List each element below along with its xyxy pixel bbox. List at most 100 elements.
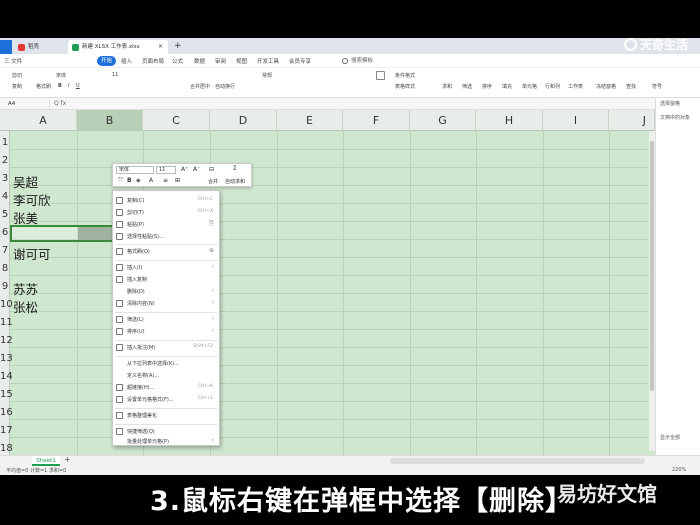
copy-format-icon[interactable]: ⤧ [118,177,123,185]
col-header-c[interactable]: C [143,110,210,131]
font-shrink-icon[interactable]: A⁻ [193,166,200,173]
cell-a7[interactable]: 苏苏 [13,279,38,298]
menu-item-batch-process[interactable]: 批量处理单元格(P) › [113,436,219,447]
cell-a1[interactable]: 吴超 [13,172,38,191]
zoom-level[interactable]: 220% [672,467,686,473]
menu-item-filter[interactable]: 筛选(L) › [113,314,219,325]
menu-item-format-cells[interactable]: 设置单元格格式(F)... Ctrl+1 [113,394,219,405]
row-header-18[interactable]: 18 [0,443,13,454]
row-header-15[interactable]: 15 [0,389,13,400]
menu-insert[interactable]: 插入 [121,57,132,65]
add-sheet-button[interactable]: + [64,455,71,464]
worksheet-button[interactable]: 工作表 [568,83,583,90]
row-header-14[interactable]: 14 [0,371,13,382]
mini-size-select[interactable]: 11 [156,166,176,174]
menu-item-beautify[interactable]: 表格整理美化 [113,410,219,421]
row-header-16[interactable]: 16 [0,407,13,418]
mini-autosum-button[interactable]: 自动求和 [225,178,245,185]
menu-view[interactable]: 视图 [236,57,247,65]
menu-page-layout[interactable]: 页面布局 [142,57,164,65]
menu-data[interactable]: 数据 [194,57,205,65]
new-tab-button[interactable]: + [174,40,182,52]
copy-button[interactable]: 复制 [12,83,22,90]
col-header-e[interactable]: E [277,110,343,131]
filter-button[interactable]: 筛选 [462,83,472,90]
tab-docer[interactable]: 稻壳 [14,40,66,54]
mini-merge-button[interactable]: 合并 [208,178,218,185]
symbol-button[interactable]: 符号 [652,83,662,90]
menu-item-copy[interactable]: 复制(C) Ctrl+C [113,195,219,206]
font-select[interactable]: 宋体 [56,72,66,79]
fill-color-icon[interactable]: ◈ [136,177,141,184]
autosum-icon[interactable]: Σ [233,165,237,172]
underline-button[interactable]: U [76,83,80,89]
mini-bold-button[interactable]: B [127,177,132,184]
merge-button[interactable]: 合并居中 [190,83,210,90]
menu-item-format-painter[interactable]: 格式刷(O) ⊕ [113,246,219,257]
col-header-h[interactable]: H [476,110,543,131]
home-tab[interactable] [0,40,12,54]
cond-format-button[interactable]: 条件格式 [395,72,415,79]
freeze-button[interactable]: 冻结窗格 [596,83,616,90]
menu-item-sort[interactable]: 排序(U) › [113,326,219,337]
table-style-button[interactable]: 表格样式 [395,83,415,90]
search-input[interactable]: 搜索模板 [340,56,410,66]
row-header-4[interactable]: 4 [0,191,10,202]
show-all-button[interactable]: 显示全部 [660,434,680,441]
sort-button[interactable]: 排序 [482,83,492,90]
italic-button[interactable]: I [68,83,69,89]
mini-font-select[interactable]: 宋体 [116,166,154,174]
row-header-3[interactable]: 3 [0,173,10,184]
row-header-17[interactable]: 17 [0,425,13,436]
name-box[interactable]: A4 [0,99,50,109]
cell-a3[interactable]: 张美 [13,208,38,227]
bold-button[interactable]: B [58,83,62,89]
row-header-12[interactable]: 12 [0,335,13,346]
cut-button[interactable]: 剪切 [12,72,22,79]
find-button[interactable]: 查找 [626,83,636,90]
menu-formula[interactable]: 公式 [172,57,183,65]
col-header-j[interactable]: J [609,110,655,131]
sum-button[interactable]: 求和 [442,83,452,90]
menu-item-clear[interactable]: 清除内容(N) › [113,298,219,309]
horizontal-scrollbar[interactable] [390,458,645,464]
menu-item-pick-from-list[interactable]: 从下拉列表中选择(K)... [113,358,219,369]
menu-item-insert-copy[interactable]: 插入复制 [113,274,219,285]
menu-member[interactable]: 会员专享 [289,57,311,65]
col-header-g[interactable]: G [410,110,476,131]
row-header-2[interactable]: 2 [0,155,10,166]
number-format-select[interactable]: 常规 [262,72,272,79]
font-color-icon[interactable]: A [149,177,153,184]
scroll-thumb[interactable] [650,141,654,391]
border-icon[interactable]: ⊞ [175,177,180,184]
wrap-button[interactable]: 自动换行 [215,83,235,90]
menu-item-paste[interactable]: 粘贴(P) ⎘ [113,219,219,230]
cell-a8[interactable]: 张松 [13,297,38,316]
row-header-11[interactable]: 11 [0,317,13,328]
menu-review[interactable]: 审阅 [215,57,226,65]
spreadsheet-grid[interactable]: A B C D E F G H I J 1 2 3 4 5 6 7 8 9 10… [0,110,655,455]
col-header-f[interactable]: F [343,110,410,131]
menu-developer[interactable]: 开发工具 [257,57,279,65]
font-grow-icon[interactable]: A⁺ [181,166,188,173]
merge-icon[interactable]: ⊟ [209,166,214,173]
menu-item-delete[interactable]: 删除(D) › [113,286,219,297]
row-header-13[interactable]: 13 [0,353,13,364]
cell-button[interactable]: 单元格 [522,83,537,90]
col-header-b[interactable]: B [77,110,143,131]
sheet-tab-sheet1[interactable]: Sheet1 [32,456,60,466]
tab-workbook[interactable]: 新建 XLSX 工作表.xlsx × [68,40,168,54]
close-tab-icon[interactable]: × [158,40,163,54]
menu-item-cut[interactable]: 剪切(T) Ctrl+X [113,207,219,218]
format-painter-button[interactable]: 格式刷 [36,83,51,90]
menu-home[interactable]: 开始 [97,56,117,66]
row-header-1[interactable]: 1 [0,137,10,148]
fill-button[interactable]: 填充 [502,83,512,90]
font-size-select[interactable]: 11 [112,72,118,78]
col-header-a[interactable]: A [10,110,77,131]
menu-item-define-name[interactable]: 定义名称(A)... [113,370,219,381]
menu-item-insert[interactable]: 插入(I) › [113,262,219,273]
row-header-8[interactable]: 8 [0,263,10,274]
row-header-5[interactable]: 5 [0,209,10,220]
cell-a5[interactable]: 谢可可 [13,244,51,263]
